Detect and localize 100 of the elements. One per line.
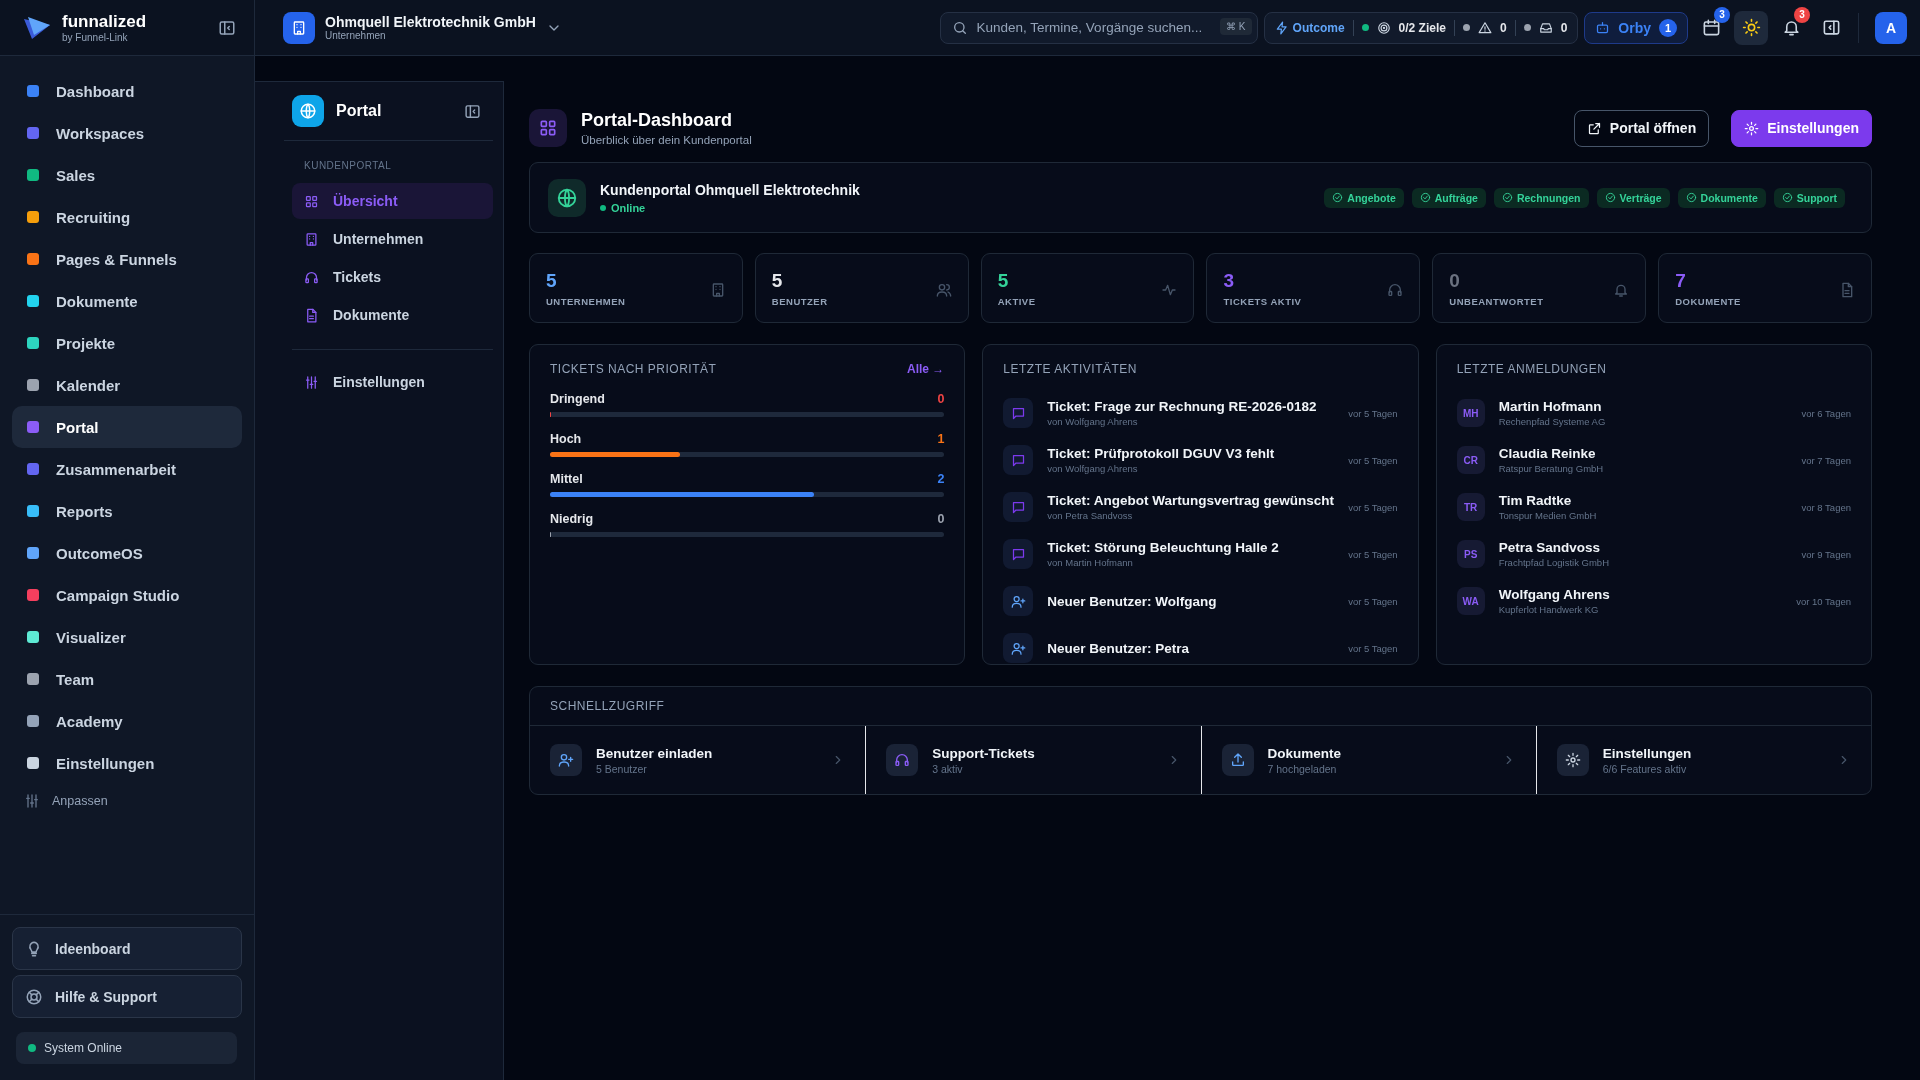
quick-access-item[interactable]: Support-Tickets 3 aktiv <box>865 726 1201 794</box>
status-dot <box>1361 24 1369 31</box>
inbox-icon <box>1538 20 1553 35</box>
brand-tagline: by Funnel-Link <box>62 32 129 43</box>
sliders-icon <box>304 374 319 390</box>
priority-count: 2 <box>937 472 945 486</box>
collapse-sidebar-icon[interactable] <box>218 18 236 37</box>
user-name[interactable]: Martin Hofmann <box>1498 399 1606 414</box>
nav-item[interactable]: Workspaces <box>12 112 242 154</box>
lifebuoy-icon <box>25 987 43 1006</box>
user-avatar: CR <box>1456 446 1485 474</box>
help-button[interactable]: Hilfe & Support <box>12 975 242 1018</box>
nav-item[interactable]: Visualizer <box>12 616 242 658</box>
nav-icon <box>304 307 319 323</box>
feature-tag: Verträge <box>1596 187 1670 208</box>
show-all-link[interactable]: Alle → <box>907 362 945 376</box>
stat-value: 7 <box>1675 270 1687 292</box>
nav-item[interactable]: Kalender <box>12 364 242 406</box>
activity-title[interactable]: Ticket: Störung Beleuchtung Halle 2 <box>1047 540 1279 555</box>
user-company: Ratspur Beratung GmbH <box>1498 463 1604 474</box>
target-icon <box>1376 20 1391 35</box>
user-avatar: TR <box>1456 493 1485 521</box>
feature-tag: Support <box>1773 187 1845 208</box>
count-badge: 1 <box>1659 18 1677 37</box>
upload-icon <box>1229 752 1246 768</box>
nav-item[interactable]: Reports <box>12 490 242 532</box>
nav-item[interactable]: Academy <box>12 700 242 742</box>
nav-item[interactable]: Dokumente <box>292 297 493 333</box>
panel-heading: LETZTE ANMELDUNGEN <box>1456 362 1607 376</box>
customize-link[interactable]: Anpassen <box>0 784 254 818</box>
panel-heading: SCHNELLZUGRIFF <box>530 687 1871 726</box>
user-name[interactable]: Petra Sandvoss <box>1498 540 1609 555</box>
users-icon <box>935 282 952 298</box>
ideas-button[interactable]: Ideenboard <box>12 927 242 970</box>
user-name[interactable]: Tim Radtke <box>1498 493 1597 508</box>
nav-item[interactable]: Recruiting <box>12 196 242 238</box>
nav-item[interactable]: Übersicht <box>292 183 493 219</box>
panel-heading: TICKETS NACH PRIORITÄT <box>550 362 717 376</box>
activity-title[interactable]: Ticket: Prüfprotokoll DGUV V3 fehlt <box>1047 446 1275 461</box>
company-name[interactable]: Ohmquell Elektrotechnik GmbH <box>325 14 536 30</box>
feature-tag: Aufträge <box>1411 187 1486 208</box>
building-icon <box>291 19 307 36</box>
collapse-panel-icon[interactable] <box>464 102 481 120</box>
nav-item[interactable]: Zusammenarbeit <box>12 448 242 490</box>
priority-count: 1 <box>937 432 945 446</box>
settings-button[interactable]: Einstellungen <box>1731 109 1872 147</box>
priority-label: Hoch <box>550 432 582 446</box>
nav-item[interactable]: Pages & Funnels <box>12 238 242 280</box>
activity-title[interactable]: Neuer Benutzer: Petra <box>1047 640 1190 656</box>
quick-title: Dokumente <box>1267 745 1342 761</box>
nav-item[interactable]: Portal <box>12 406 242 448</box>
nav-item[interactable]: Projekte <box>12 322 242 364</box>
bell-icon <box>1613 282 1630 298</box>
nav-item[interactable]: Sales <box>12 154 242 196</box>
nav-item[interactable]: Einstellungen <box>292 364 493 400</box>
robot-icon <box>1595 20 1611 35</box>
quick-access-item[interactable]: Dokumente 7 hochgeladen <box>1200 726 1536 794</box>
panel-icon <box>1821 18 1841 37</box>
nav-item[interactable]: OutcomeOS <box>12 532 242 574</box>
nav-item[interactable]: Tickets <box>292 259 493 295</box>
check-circle-icon <box>1685 192 1697 203</box>
theme-button[interactable] <box>1734 10 1768 45</box>
warning-icon <box>1477 20 1492 35</box>
page-subtitle: Überblick über dein Kundenportal <box>581 134 752 146</box>
priority-label: Mittel <box>550 472 583 486</box>
quick-subtitle: 7 hochgeladen <box>1267 762 1338 775</box>
outcome-link[interactable]: Outcome <box>1274 20 1345 35</box>
quick-access-item[interactable]: Einstellungen 6/6 Features aktiv <box>1535 726 1871 794</box>
inbox-count: 0 <box>1560 20 1568 35</box>
activity-title[interactable]: Ticket: Frage zur Rechnung RE-2026-0182 <box>1047 399 1317 414</box>
quick-subtitle: 6/6 Features aktiv <box>1602 762 1688 775</box>
search-icon <box>951 19 968 36</box>
goals-count: 0/2 Ziele <box>1398 20 1446 35</box>
sliders-icon <box>24 793 40 809</box>
quick-access-item[interactable]: Benutzer einladen 5 Benutzer <box>530 726 866 794</box>
stat-label: DOKUMENTE <box>1675 296 1742 307</box>
activity-title[interactable]: Neuer Benutzer: Wolfgang <box>1047 593 1217 609</box>
quick-title: Support-Tickets <box>932 745 1036 761</box>
nav-item[interactable]: Unternehmen <box>292 221 493 257</box>
feature-tag: Dokumente <box>1677 187 1766 208</box>
count-badge: 3 <box>1714 6 1730 23</box>
activity-title[interactable]: Ticket: Angebot Wartungsvertrag gewünscht <box>1047 493 1335 508</box>
nav-item[interactable]: Dashboard <box>12 70 242 112</box>
assistant-button[interactable]: Orby 1 <box>1584 11 1688 44</box>
nav-item[interactable]: Team <box>12 658 242 700</box>
open-portal-button[interactable]: Portal öffnen <box>1573 109 1710 147</box>
nav-item[interactable]: Campaign Studio <box>12 574 242 616</box>
grid-icon <box>538 118 558 138</box>
add-user-icon <box>1010 640 1026 656</box>
count-badge: 3 <box>1794 6 1810 23</box>
user-name[interactable]: Claudia Reinke <box>1498 446 1604 461</box>
nav-item[interactable]: Einstellungen <box>12 742 242 784</box>
section-label: KUNDENPORTAL <box>303 159 393 173</box>
nav-item[interactable]: Dokumente <box>12 280 242 322</box>
settings-icon <box>1744 120 1760 136</box>
avatar[interactable]: A <box>1875 11 1907 44</box>
stat-value: 5 <box>546 270 558 292</box>
nav-icon <box>304 269 319 285</box>
user-name[interactable]: Wolfgang Ahrens <box>1498 587 1610 602</box>
portal-name: Kundenportal Ohmquell Elektrotechnik <box>600 181 860 198</box>
